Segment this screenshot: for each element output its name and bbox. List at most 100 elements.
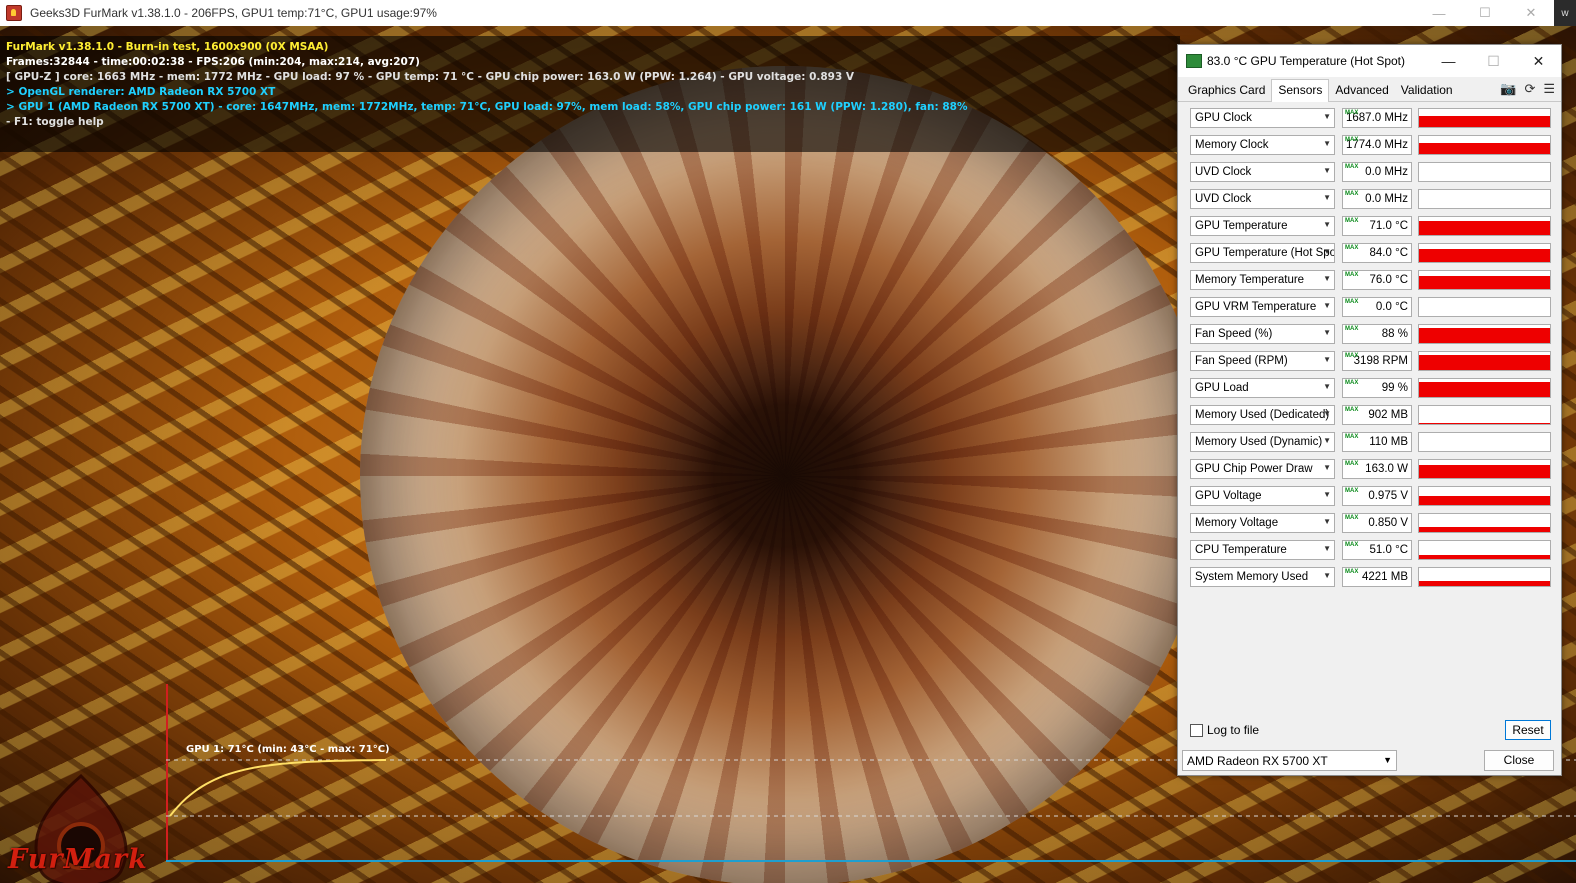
sensor-graph[interactable] bbox=[1418, 432, 1551, 452]
sensor-value-box[interactable]: MAX 71.0 °C bbox=[1342, 216, 1412, 236]
sensor-value-box[interactable]: MAX 110 MB bbox=[1342, 432, 1412, 452]
sensor-name-select[interactable]: Fan Speed (RPM) ▼ bbox=[1190, 351, 1335, 371]
sensor-value-box[interactable]: MAX 0.0 MHz bbox=[1342, 162, 1412, 182]
max-tag: MAX bbox=[1345, 326, 1359, 332]
chevron-down-icon: ▼ bbox=[1323, 517, 1331, 526]
device-select[interactable]: AMD Radeon RX 5700 XT ▼ bbox=[1182, 750, 1397, 771]
sensor-name: UVD Clock bbox=[1195, 166, 1252, 178]
sensor-graph-fill bbox=[1419, 276, 1550, 289]
gpuz-maximize-button[interactable]: ☐ bbox=[1471, 53, 1516, 70]
furmark-minimize-button[interactable]: — bbox=[1416, 0, 1462, 26]
sensor-name-select[interactable]: System Memory Used ▼ bbox=[1190, 567, 1335, 587]
sensor-name-select[interactable]: GPU Temperature ▼ bbox=[1190, 216, 1335, 236]
graph-label: GPU 1: 71°C (min: 43°C - max: 71°C) bbox=[186, 744, 390, 755]
sensor-graph[interactable] bbox=[1418, 540, 1551, 560]
sensor-name-select[interactable]: CPU Temperature ▼ bbox=[1190, 540, 1335, 560]
checkbox-box[interactable] bbox=[1190, 723, 1203, 737]
menu-icon[interactable]: ☰ bbox=[1543, 81, 1555, 97]
sensor-graph[interactable] bbox=[1418, 351, 1551, 371]
sensor-value-box[interactable]: MAX 0.975 V bbox=[1342, 486, 1412, 506]
osd-help-line: - F1: toggle help bbox=[6, 116, 104, 128]
temperature-line bbox=[169, 759, 386, 817]
sensor-value: 0.975 V bbox=[1368, 490, 1408, 502]
furmark-maximize-button[interactable]: ☐ bbox=[1462, 0, 1508, 26]
sensor-name-select[interactable]: UVD Clock ▼ bbox=[1190, 162, 1335, 182]
sensor-value-box[interactable]: MAX 3198 RPM bbox=[1342, 351, 1412, 371]
sensor-graph[interactable] bbox=[1418, 108, 1551, 128]
sensor-value: 0.0 °C bbox=[1375, 301, 1408, 313]
sensor-value-box[interactable]: MAX 902 MB bbox=[1342, 405, 1412, 425]
sensor-graph[interactable] bbox=[1418, 297, 1551, 317]
sensor-graph[interactable] bbox=[1418, 513, 1551, 533]
sensor-name-select[interactable]: Memory Clock ▼ bbox=[1190, 135, 1335, 155]
tab-validation[interactable]: Validation bbox=[1395, 80, 1459, 101]
log-to-file-checkbox[interactable]: Log to file bbox=[1190, 723, 1259, 737]
sensor-value-box[interactable]: MAX 0.850 V bbox=[1342, 513, 1412, 533]
sensor-value-box[interactable]: MAX 0.0 MHz bbox=[1342, 189, 1412, 209]
sensor-name-select[interactable]: Memory Temperature ▼ bbox=[1190, 270, 1335, 290]
chevron-down-icon: ▼ bbox=[1323, 166, 1331, 175]
sensor-graph[interactable] bbox=[1418, 378, 1551, 398]
sensor-graph[interactable] bbox=[1418, 135, 1551, 155]
sensor-graph[interactable] bbox=[1418, 324, 1551, 344]
sensor-value: 71.0 °C bbox=[1369, 220, 1408, 232]
sensor-name-select[interactable]: Memory Used (Dedicated) ▼ bbox=[1190, 405, 1335, 425]
tab-sensors[interactable]: Sensors bbox=[1271, 79, 1330, 102]
sensor-name-select[interactable]: GPU Clock ▼ bbox=[1190, 108, 1335, 128]
sensor-name-select[interactable]: GPU Voltage ▼ bbox=[1190, 486, 1335, 506]
gpuz-minimize-button[interactable]: — bbox=[1426, 53, 1471, 69]
refresh-icon[interactable]: ⟳ bbox=[1524, 81, 1535, 97]
sensor-value-box[interactable]: MAX 4221 MB bbox=[1342, 567, 1412, 587]
reset-button[interactable]: Reset bbox=[1505, 720, 1551, 740]
sensor-name-select[interactable]: Fan Speed (%) ▼ bbox=[1190, 324, 1335, 344]
sensor-name-select[interactable]: GPU Chip Power Draw ▼ bbox=[1190, 459, 1335, 479]
sensor-graph[interactable] bbox=[1418, 189, 1551, 209]
sensor-graph[interactable] bbox=[1418, 405, 1551, 425]
chevron-down-icon: ▼ bbox=[1323, 112, 1331, 121]
close-button[interactable]: Close bbox=[1484, 750, 1554, 771]
sensor-value-box[interactable]: MAX 0.0 °C bbox=[1342, 297, 1412, 317]
sensor-graph[interactable] bbox=[1418, 270, 1551, 290]
sensor-value-box[interactable]: MAX 51.0 °C bbox=[1342, 540, 1412, 560]
sensor-row: CPU Temperature ▼ MAX 51.0 °C bbox=[1190, 540, 1552, 567]
sensor-row: UVD Clock ▼ MAX 0.0 MHz bbox=[1190, 189, 1552, 216]
sensor-row: System Memory Used ▼ MAX 4221 MB bbox=[1190, 567, 1552, 594]
sensor-name: GPU Temperature (Hot Spot) bbox=[1195, 247, 1335, 259]
sensor-value-box[interactable]: MAX 76.0 °C bbox=[1342, 270, 1412, 290]
camera-icon[interactable]: 📷 bbox=[1500, 81, 1516, 97]
sensor-value-box[interactable]: MAX 84.0 °C bbox=[1342, 243, 1412, 263]
max-tag: MAX bbox=[1345, 353, 1359, 359]
sensor-name-select[interactable]: GPU Temperature (Hot Spot) ▼ bbox=[1190, 243, 1335, 263]
tab-graphics-card[interactable]: Graphics Card bbox=[1182, 80, 1271, 101]
sensor-name-select[interactable]: Memory Voltage ▼ bbox=[1190, 513, 1335, 533]
sensor-name: GPU Load bbox=[1195, 382, 1249, 394]
tab-advanced[interactable]: Advanced bbox=[1329, 80, 1394, 101]
sensor-graph[interactable] bbox=[1418, 459, 1551, 479]
sensor-name-select[interactable]: GPU Load ▼ bbox=[1190, 378, 1335, 398]
sensor-value: 88 % bbox=[1381, 328, 1408, 340]
sensor-value: 3198 RPM bbox=[1353, 355, 1408, 367]
sensor-value-box[interactable]: MAX 1774.0 MHz bbox=[1342, 135, 1412, 155]
sensor-graph[interactable] bbox=[1418, 243, 1551, 263]
sensor-name-select[interactable]: UVD Clock ▼ bbox=[1190, 189, 1335, 209]
sensor-graph-fill bbox=[1419, 248, 1550, 262]
sensor-graph-fill bbox=[1419, 143, 1550, 154]
sensor-value-box[interactable]: MAX 1687.0 MHz bbox=[1342, 108, 1412, 128]
sensor-graph[interactable] bbox=[1418, 486, 1551, 506]
sensor-row: GPU Temperature ▼ MAX 71.0 °C bbox=[1190, 216, 1552, 243]
max-tag: MAX bbox=[1345, 515, 1359, 521]
sensor-graph[interactable] bbox=[1418, 162, 1551, 182]
sensor-value-box[interactable]: MAX 88 % bbox=[1342, 324, 1412, 344]
chevron-down-icon: ▼ bbox=[1323, 490, 1331, 499]
max-tag: MAX bbox=[1345, 380, 1359, 386]
sensor-name-select[interactable]: Memory Used (Dynamic) ▼ bbox=[1190, 432, 1335, 452]
sensor-graph[interactable] bbox=[1418, 567, 1551, 587]
sensor-value-box[interactable]: MAX 163.0 W bbox=[1342, 459, 1412, 479]
sensor-name-select[interactable]: GPU VRM Temperature ▼ bbox=[1190, 297, 1335, 317]
gpuz-close-window-button[interactable]: ✕ bbox=[1516, 53, 1561, 70]
gpuz-toolbar: 📷 ⟳ ☰ bbox=[1500, 81, 1555, 97]
chevron-down-icon: ▼ bbox=[1323, 382, 1331, 391]
furmark-close-button[interactable]: ✕ bbox=[1508, 0, 1554, 26]
sensor-value-box[interactable]: MAX 99 % bbox=[1342, 378, 1412, 398]
sensor-graph[interactable] bbox=[1418, 216, 1551, 236]
